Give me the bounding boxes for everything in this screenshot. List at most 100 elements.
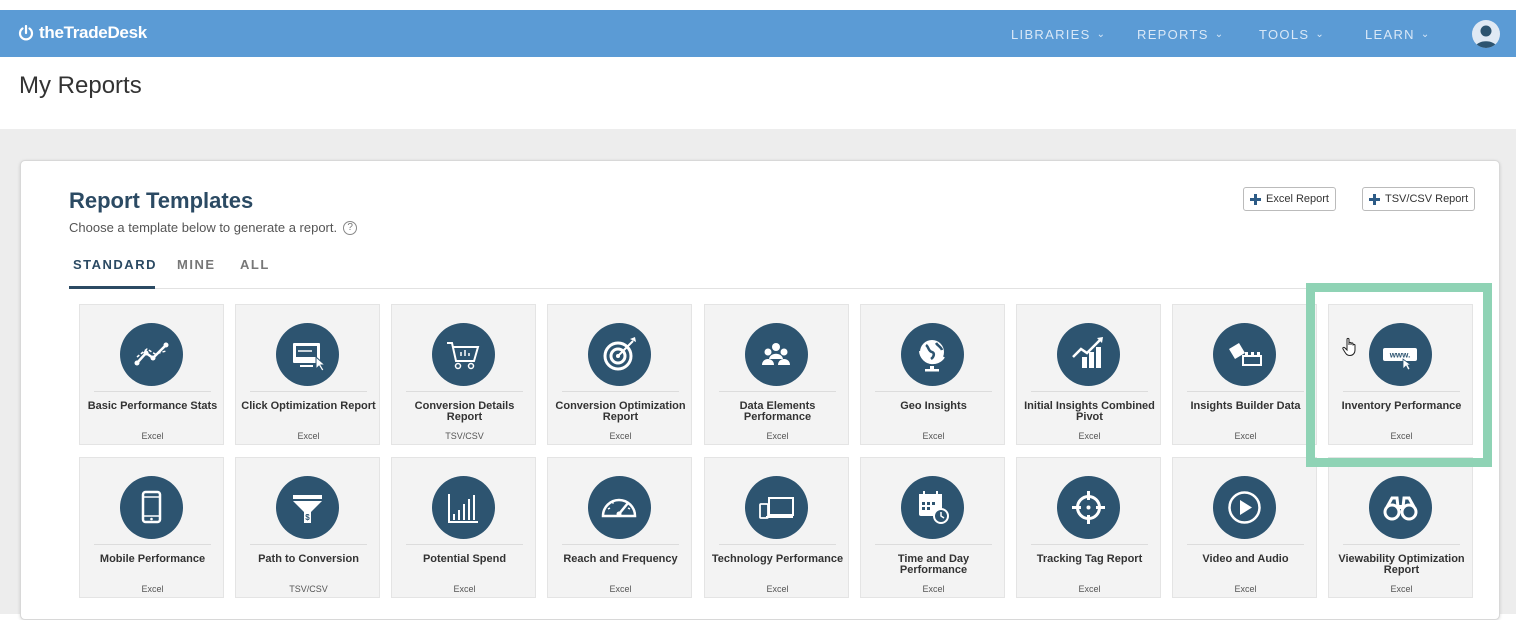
globe-icon — [901, 323, 964, 386]
bar-chart-icon — [432, 476, 495, 539]
tile-type: Excel — [922, 584, 945, 594]
tile-name: Mobile Performance — [99, 553, 206, 565]
screen-click-icon — [276, 323, 339, 386]
add-excel-report-button[interactable]: Excel Report — [1243, 187, 1336, 211]
svg-text:$: $ — [305, 513, 310, 522]
button-label: Excel Report — [1266, 193, 1329, 205]
tile-type: Excel — [922, 431, 945, 441]
tile-name: Tracking Tag Report — [1036, 553, 1143, 565]
template-tile-conversion-optimization-report[interactable]: Conversion Optimization Report Excel — [547, 304, 692, 445]
tile-name: Insights Builder Data — [1190, 400, 1301, 412]
tile-divider — [94, 391, 211, 392]
template-tile-insights-builder-data[interactable]: Insights Builder Data Excel — [1172, 304, 1317, 445]
tile-name: Video and Audio — [1202, 553, 1289, 565]
building-blocks-icon — [1213, 323, 1276, 386]
nav-label: TOOLS — [1259, 26, 1310, 42]
template-tile-mobile-performance[interactable]: Mobile Performance Excel — [79, 457, 224, 598]
template-tile-video-and-audio[interactable]: Video and Audio Excel — [1172, 457, 1317, 598]
brand-name: theTradeDesk — [39, 23, 147, 42]
chevron-down-icon: ⌄ — [1315, 28, 1326, 40]
template-tile-time-and-day-performance[interactable]: Time and Day Performance Excel — [860, 457, 1005, 598]
mobile-phone-icon — [120, 476, 183, 539]
tile-name: Viewability Optimization Report — [1338, 553, 1465, 576]
target-icon — [588, 323, 651, 386]
subtitle-text: Choose a template below to generate a re… — [69, 220, 338, 235]
template-tile-viewability-optimization-report[interactable]: Viewability Optimization Report Excel — [1328, 457, 1473, 598]
people-group-icon — [745, 323, 808, 386]
chevron-down-icon: ⌄ — [1096, 28, 1107, 40]
tile-name: Geo Insights — [900, 400, 967, 412]
template-tile-basic-performance-stats[interactable]: Basic Performance Stats Excel — [79, 304, 224, 445]
chevron-down-icon: ⌄ — [1420, 28, 1431, 40]
tile-type: Excel — [1078, 584, 1101, 594]
tile-divider — [406, 391, 523, 392]
tile-divider — [875, 391, 992, 392]
shopping-cart-icon — [432, 323, 495, 386]
template-tile-potential-spend[interactable]: Potential Spend Excel — [391, 457, 536, 598]
nav-label: LIBRARIES — [1011, 26, 1091, 42]
tile-divider — [562, 391, 679, 392]
template-tile-click-optimization-report[interactable]: Click Optimization Report Excel — [235, 304, 380, 445]
tile-type: Excel — [766, 431, 789, 441]
chevron-down-icon: ⌄ — [1214, 28, 1225, 40]
template-tile-initial-insights-combined-pivot[interactable]: Initial Insights Combined Pivot Excel — [1016, 304, 1161, 445]
tile-name: Potential Spend — [422, 553, 507, 565]
tile-name: Conversion Optimization Report — [555, 400, 686, 423]
nav-label: LEARN — [1365, 26, 1415, 42]
help-icon[interactable]: ? — [343, 220, 358, 235]
line-chart-icon — [120, 323, 183, 386]
template-tile-geo-insights[interactable]: Geo Insights Excel — [860, 304, 1005, 445]
brand-logo[interactable]: theTradeDesk — [18, 22, 147, 44]
tile-type: Excel — [609, 431, 632, 441]
template-tile-data-elements-performance[interactable]: Data Elements Performance Excel — [704, 304, 849, 445]
template-tile-reach-and-frequency[interactable]: Reach and Frequency Excel — [547, 457, 692, 598]
template-tile-technology-performance[interactable]: Technology Performance Excel — [704, 457, 849, 598]
template-tile-conversion-details-report[interactable]: Conversion Details Report TSV/CSV — [391, 304, 536, 445]
tile-divider — [1343, 544, 1460, 545]
growth-chart-icon — [1057, 323, 1120, 386]
nav-label: REPORTS — [1137, 26, 1209, 42]
tile-type: Excel — [609, 584, 632, 594]
nav-libraries[interactable]: LIBRARIES ⌄ — [1011, 25, 1106, 43]
tile-name: Initial Insights Combined Pivot — [1024, 400, 1155, 423]
user-avatar-icon[interactable] — [1472, 20, 1500, 48]
tab-divider — [69, 288, 1489, 289]
hand-cursor-icon — [1341, 337, 1359, 357]
nav-learn[interactable]: LEARN ⌄ — [1365, 25, 1431, 43]
tile-name: Data Elements Performance — [739, 400, 816, 423]
tile-type: Excel — [141, 584, 164, 594]
tile-name: Time and Day Performance — [897, 553, 970, 576]
tile-divider — [562, 544, 679, 545]
page-title: My Reports — [19, 72, 142, 99]
tile-divider — [1187, 391, 1304, 392]
play-icon — [1213, 476, 1276, 539]
active-tab-indicator — [69, 286, 155, 289]
tile-type: Excel — [1390, 584, 1413, 594]
button-label: TSV/CSV Report — [1385, 193, 1469, 205]
tile-name: Reach and Frequency — [563, 553, 678, 565]
plus-icon — [1250, 193, 1261, 205]
tab-all[interactable]: ALL — [240, 257, 270, 272]
top-navigation-bar: theTradeDesk LIBRARIES ⌄ REPORTS ⌄ TOOLS… — [0, 10, 1516, 57]
tile-name: Path to Conversion — [258, 553, 359, 565]
nav-reports[interactable]: REPORTS ⌄ — [1137, 25, 1224, 43]
tile-type: TSV/CSV — [289, 584, 328, 594]
highlight-box — [1306, 283, 1492, 467]
tile-name: Basic Performance Stats — [87, 400, 218, 412]
add-tsv-csv-report-button[interactable]: TSV/CSV Report — [1362, 187, 1476, 211]
devices-icon — [745, 476, 808, 539]
tile-divider — [250, 544, 367, 545]
tile-type: Excel — [1078, 431, 1101, 441]
tile-name: Technology Performance — [711, 553, 844, 565]
nav-tools[interactable]: TOOLS ⌄ — [1259, 25, 1325, 43]
tile-divider — [875, 544, 992, 545]
template-tile-tracking-tag-report[interactable]: Tracking Tag Report Excel — [1016, 457, 1161, 598]
tab-mine[interactable]: MINE — [177, 257, 216, 272]
calendar-clock-icon — [901, 476, 964, 539]
tile-divider — [719, 544, 836, 545]
tile-divider — [250, 391, 367, 392]
plus-icon — [1369, 193, 1380, 205]
tile-name: Conversion Details Report — [414, 400, 515, 423]
tab-standard[interactable]: STANDARD — [73, 257, 157, 272]
template-tile-path-to-conversion[interactable]: $ Path to Conversion TSV/CSV — [235, 457, 380, 598]
